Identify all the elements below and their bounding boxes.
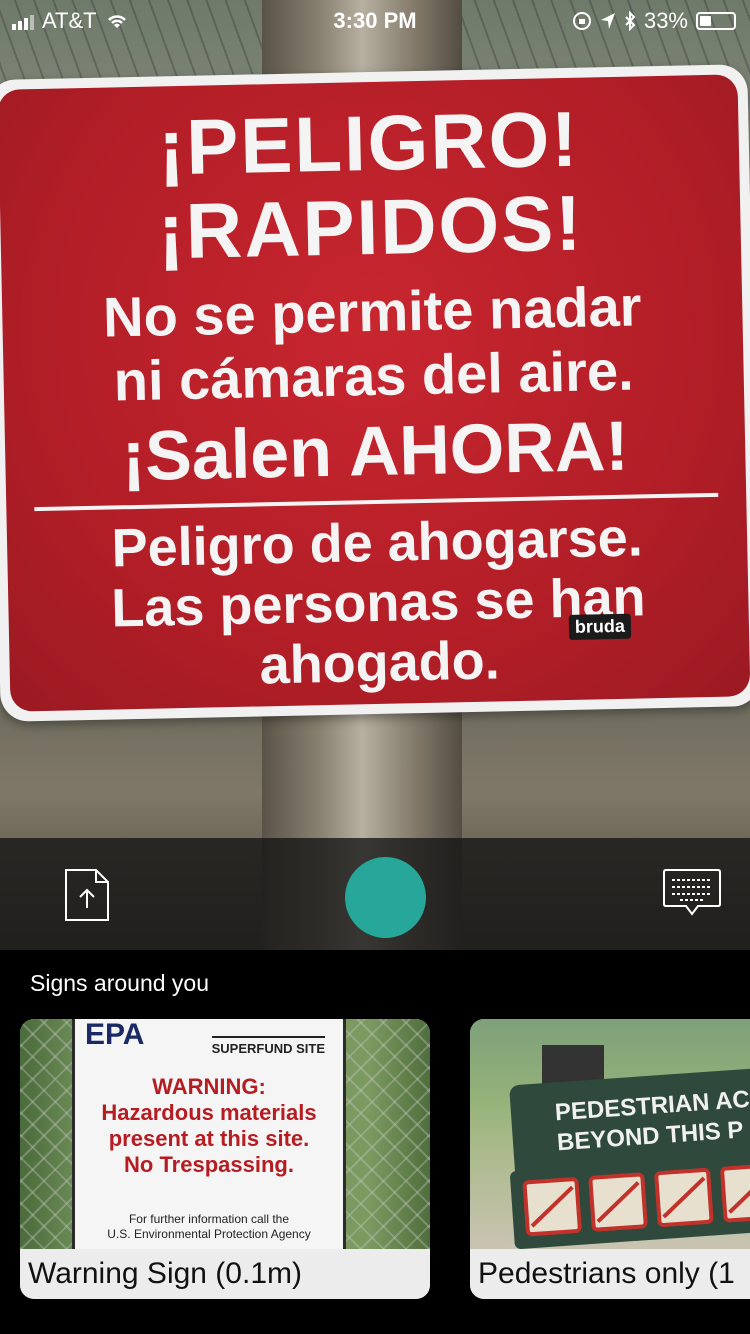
sign-card-pedestrians[interactable]: PEDESTRIAN ACCE BEYOND THIS P Pedestrian… xyxy=(470,1019,750,1299)
sign-line-4: ni cámaras del aire. xyxy=(113,338,635,413)
epa-footer-line: U.S. Environmental Protection Agency xyxy=(107,1227,311,1241)
no-dogs-icon xyxy=(522,1176,583,1237)
battery-percent: 33% xyxy=(643,8,688,33)
no-littering-icon xyxy=(588,1172,648,1232)
battery-icon xyxy=(696,12,736,30)
bluetooth-icon xyxy=(625,11,636,31)
danger-sign: ¡PELIGRO! ¡RAPIDOS! No se permite nadar … xyxy=(0,64,750,722)
battery-level xyxy=(700,16,711,26)
sign-card-warning[interactable]: EPA SUPERFUND SITE WARNING: Hazardous ma… xyxy=(20,1019,430,1299)
epa-header: SUPERFUND SITE xyxy=(211,1036,325,1056)
epa-footer-line: For further information call the xyxy=(128,1212,290,1226)
document-upload-icon xyxy=(65,869,109,921)
keyboard-chat-button[interactable] xyxy=(662,868,722,920)
epa-sign: EPA SUPERFUND SITE WARNING: Hazardous ma… xyxy=(72,1019,346,1249)
camera-toolbar xyxy=(0,838,750,950)
epa-line: WARNING: xyxy=(152,1074,266,1099)
epa-line: No Trespassing. xyxy=(124,1152,294,1177)
camera-preview: ¡PELIGRO! ¡RAPIDOS! No se permite nadar … xyxy=(0,0,750,950)
epa-warning-text: WARNING: Hazardous materials present at … xyxy=(75,1074,343,1178)
sign-line-1: ¡PELIGRO! xyxy=(157,94,581,192)
no-skating-icon xyxy=(719,1162,750,1223)
sign-card-caption: Pedestrians only (1 xyxy=(470,1249,750,1299)
keyboard-chat-icon xyxy=(663,869,721,916)
epa-line: Hazardous materials xyxy=(101,1100,317,1125)
status-bar: AT&T 3:30 PM 33% xyxy=(0,0,750,40)
location-icon xyxy=(600,13,615,29)
epa-line: present at this site. xyxy=(108,1126,310,1151)
sign-card-thumbnail: PEDESTRIAN ACCE BEYOND THIS P xyxy=(470,1019,750,1249)
epa-logo: EPA xyxy=(85,1019,145,1051)
signs-panel: Signs around you EPA SUPERFUND SITE WARN… xyxy=(0,950,750,1334)
sign-line-3: No se permite nadar xyxy=(102,274,643,349)
status-right: 33% xyxy=(572,8,736,34)
sign-line-7: Las personas se han xyxy=(110,567,647,639)
sign-brand-label: bruda xyxy=(568,613,632,640)
danger-sign-face: ¡PELIGRO! ¡RAPIDOS! No se permite nadar … xyxy=(0,74,750,712)
upload-button[interactable] xyxy=(64,868,110,922)
sign-line-2: ¡RAPIDOS! xyxy=(156,178,585,276)
sign-card-caption: Warning Sign (0.1m) xyxy=(20,1249,430,1299)
signs-panel-title: Signs around you xyxy=(30,970,210,996)
capture-button[interactable] xyxy=(345,857,426,938)
epa-footer: For further information call the U.S. En… xyxy=(75,1212,343,1242)
sign-line-8: ahogado. xyxy=(259,630,501,696)
sign-line-5: ¡Salen AHORA! xyxy=(121,406,630,496)
sign-card-thumbnail: EPA SUPERFUND SITE WARNING: Hazardous ma… xyxy=(20,1019,430,1249)
screen-lock-icon xyxy=(572,12,591,30)
no-bikes-icon xyxy=(653,1167,714,1228)
